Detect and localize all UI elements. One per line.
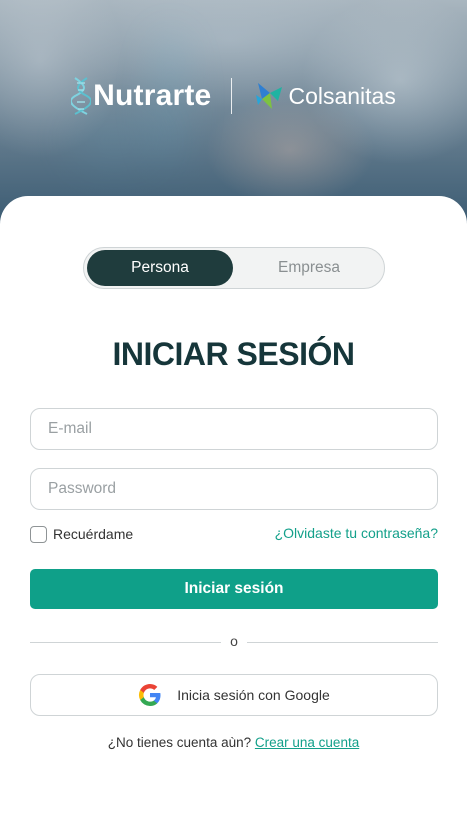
colsanitas-wordmark: Colsanitas — [288, 82, 396, 109]
nutrarte-logo: Nutrarte — [71, 76, 211, 116]
password-field[interactable] — [30, 468, 438, 510]
separator-line — [247, 642, 438, 643]
signup-text: ¿No tienes cuenta aùn? — [107, 735, 252, 750]
account-type-toggle: Persona Empresa — [83, 247, 385, 289]
or-separator: o — [30, 633, 438, 651]
separator-text: o — [230, 633, 238, 649]
dna-icon — [71, 77, 92, 115]
remember-checkbox[interactable] — [30, 525, 47, 543]
google-button-label: Inicia sesión con Google — [177, 687, 330, 703]
tab-persona[interactable]: Persona — [87, 250, 233, 286]
google-icon — [139, 684, 161, 706]
page-title: INICIAR SESIÓN — [112, 336, 355, 372]
create-account-link[interactable]: Crear una cuenta — [255, 735, 359, 750]
brand-logos: Nutrarte Colsanitas — [0, 70, 467, 122]
forgot-password-link[interactable]: ¿Olvidaste tu contraseña? — [275, 525, 438, 541]
remember-me: Recuérdame — [30, 525, 133, 543]
colsanitas-logo: Colsanitas — [252, 79, 396, 113]
login-button[interactable]: Iniciar sesión — [30, 569, 438, 609]
remember-label: Recuérdame — [53, 526, 134, 542]
login-card: Persona Empresa INICIAR SESIÓN Recuérdam… — [0, 196, 467, 815]
colsanitas-logo-icon — [256, 83, 283, 109]
tab-empresa[interactable]: Empresa — [236, 250, 382, 286]
signup-prompt: ¿No tienes cuenta aùn? Crear una cuenta — [0, 735, 467, 750]
nutrarte-wordmark: Nutrarte — [93, 79, 212, 112]
brand-divider — [231, 78, 233, 114]
google-signin-button[interactable]: Inicia sesión con Google — [30, 674, 438, 716]
email-field[interactable] — [30, 408, 438, 450]
